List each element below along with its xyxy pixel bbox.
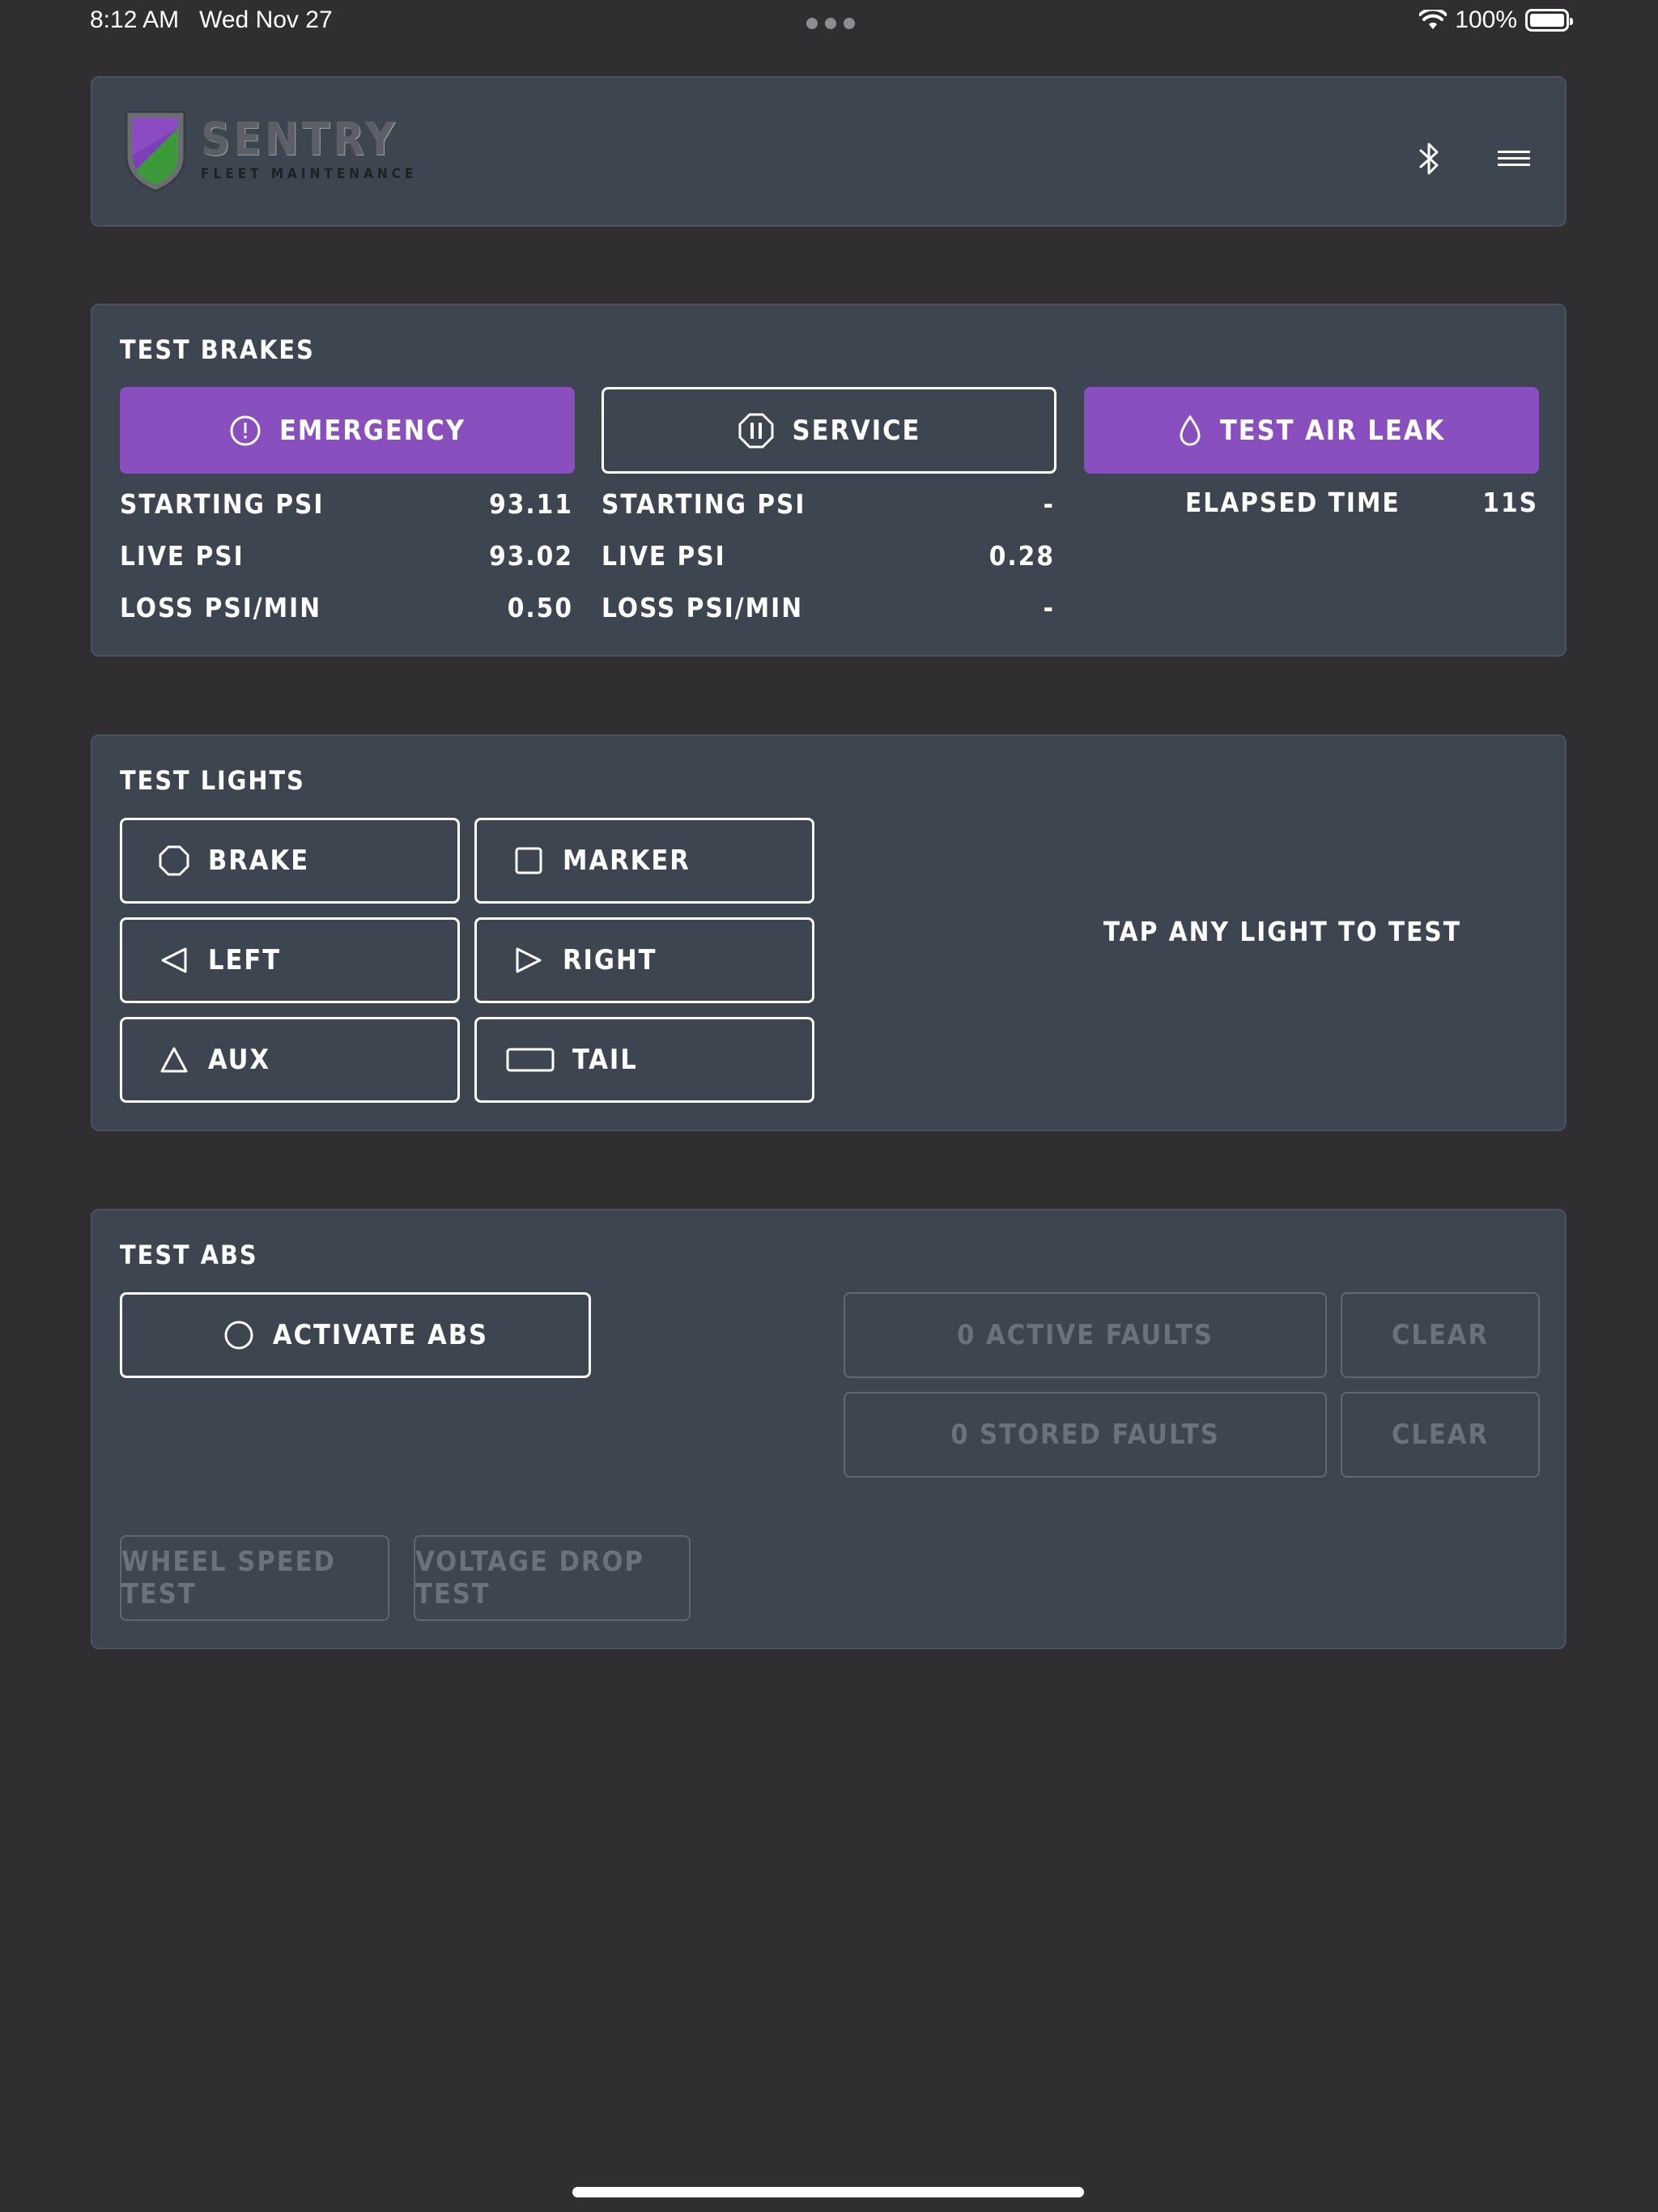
test-abs-title: TEST ABS xyxy=(120,1240,258,1270)
emergency-label: EMERGENCY xyxy=(278,414,466,447)
wheel-speed-label: WHEEL SPEED TEST xyxy=(121,1546,336,1610)
active-faults-button[interactable]: 0 ACTIVE FAULTS xyxy=(844,1292,1327,1378)
tail-light-button[interactable]: TAIL xyxy=(474,1017,814,1103)
emergency-button[interactable]: EMERGENCY xyxy=(120,387,575,474)
rectangle-icon xyxy=(506,1048,555,1072)
test-lights-title: TEST LIGHTS xyxy=(120,765,305,796)
stored-faults-label: 0 STORED FAULTS xyxy=(950,1419,1220,1451)
emergency-loss-psi-min: LOSS PSI/MIN 0.50 xyxy=(120,592,573,623)
header-bar: SENTRY FLEET MAINTENANCE xyxy=(91,76,1567,227)
circle-icon xyxy=(224,1321,253,1350)
square-icon xyxy=(515,847,542,874)
wheel-speed-test-button[interactable]: WHEEL SPEED TEST xyxy=(120,1535,389,1621)
test-air-leak-button[interactable]: TEST AIR LEAK xyxy=(1084,387,1539,474)
marker-label: MARKER xyxy=(563,844,691,877)
aux-label: AUX xyxy=(208,1044,271,1076)
test-lights-card: TEST LIGHTS BRAKE MARKER LEFT RIGHT AUX xyxy=(91,734,1567,1131)
service-loss-psi-min: LOSS PSI/MIN - xyxy=(602,592,1055,623)
logo-brand: SENTRY xyxy=(201,113,398,166)
status-bar: 8:12 AM Wed Nov 27 100% xyxy=(0,0,1658,45)
emergency-starting-psi: STARTING PSI 93.11 xyxy=(120,488,573,520)
service-label: SERVICE xyxy=(792,414,921,447)
logo-subtitle: FLEET MAINTENANCE xyxy=(201,166,418,182)
brake-label: BRAKE xyxy=(208,844,310,877)
left-light-button[interactable]: LEFT xyxy=(120,917,460,1003)
water-drop-icon xyxy=(1180,414,1201,445)
battery-percent: 100% xyxy=(1455,6,1517,33)
right-label: RIGHT xyxy=(563,944,657,976)
status-time: 8:12 AM Wed Nov 27 xyxy=(90,6,333,34)
right-light-button[interactable]: RIGHT xyxy=(474,917,814,1003)
service-button[interactable]: SERVICE xyxy=(602,387,1056,474)
clear-stored-label: CLEAR xyxy=(1391,1419,1490,1451)
elapsed-time: ELAPSED TIME 11S xyxy=(1185,487,1538,518)
alert-circle-icon xyxy=(230,415,261,445)
triangle-left-icon xyxy=(161,947,187,973)
triangle-right-icon xyxy=(516,947,542,973)
marker-light-button[interactable]: MARKER xyxy=(474,818,814,904)
status-date: Wed Nov 27 xyxy=(199,6,333,33)
voltage-drop-test-button[interactable]: VOLTAGE DROP TEST xyxy=(414,1535,691,1621)
lights-hint: TAP ANY LIGHT TO TEST xyxy=(1103,916,1462,947)
test-air-leak-label: TEST AIR LEAK xyxy=(1219,414,1446,447)
emergency-live-psi: LIVE PSI 93.02 xyxy=(120,540,573,572)
voltage-drop-label: VOLTAGE DROP TEST xyxy=(415,1546,644,1610)
clear-active-faults-button[interactable]: CLEAR xyxy=(1341,1292,1540,1378)
test-abs-card: TEST ABS ACTIVATE ABS 0 ACTIVE FAULTS CL… xyxy=(91,1209,1567,1649)
home-indicator[interactable] xyxy=(572,2187,1084,2197)
triangle-up-icon xyxy=(160,1047,188,1073)
test-brakes-title: TEST BRAKES xyxy=(120,334,315,365)
pause-octagon-icon xyxy=(738,413,774,448)
test-brakes-card: TEST BRAKES EMERGENCY SERVICE TEST AIR L… xyxy=(91,304,1567,657)
left-label: LEFT xyxy=(208,944,282,976)
battery-icon xyxy=(1525,9,1573,32)
aux-light-button[interactable]: AUX xyxy=(120,1017,460,1103)
bluetooth-icon[interactable] xyxy=(1405,134,1454,183)
shield-logo-icon xyxy=(125,110,186,193)
status-right: 100% xyxy=(1419,6,1573,34)
menu-icon[interactable] xyxy=(1490,134,1538,183)
wifi-icon xyxy=(1419,10,1448,29)
activate-abs-button[interactable]: ACTIVATE ABS xyxy=(120,1292,591,1378)
clear-stored-faults-button[interactable]: CLEAR xyxy=(1341,1392,1540,1478)
stored-faults-button[interactable]: 0 STORED FAULTS xyxy=(844,1392,1327,1478)
service-starting-psi: STARTING PSI - xyxy=(602,488,1055,520)
sentry-logo: SENTRY FLEET MAINTENANCE xyxy=(121,105,417,194)
multitasking-dots-icon[interactable] xyxy=(806,18,855,29)
status-clock: 8:12 AM xyxy=(90,6,180,33)
octagon-icon xyxy=(159,845,189,876)
clear-active-label: CLEAR xyxy=(1391,1319,1490,1351)
active-faults-label: 0 ACTIVE FAULTS xyxy=(957,1319,1214,1351)
tail-label: TAIL xyxy=(572,1044,638,1076)
brake-light-button[interactable]: BRAKE xyxy=(120,818,460,904)
activate-abs-label: ACTIVATE ABS xyxy=(272,1319,489,1351)
service-live-psi: LIVE PSI 0.28 xyxy=(602,540,1055,572)
